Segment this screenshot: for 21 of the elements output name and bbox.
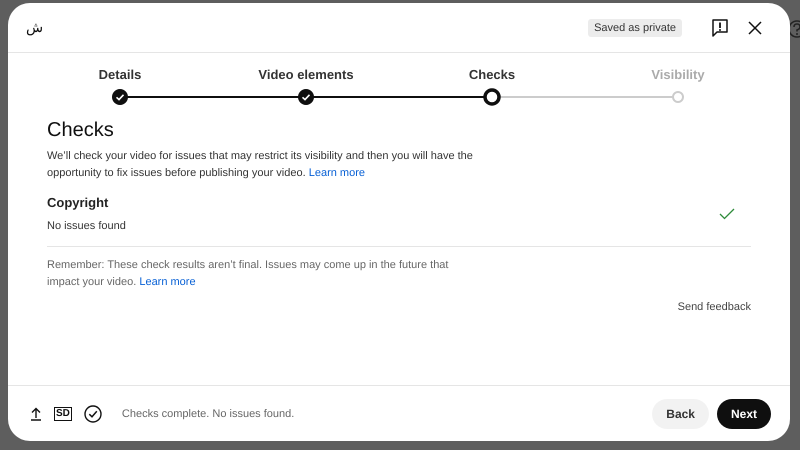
check-result: No issues found	[47, 220, 127, 232]
video-quality-badge[interactable]: SD	[54, 406, 72, 420]
learn-more-link[interactable]: Learn more	[308, 167, 365, 179]
checks-status: Checks complete. No issues found.	[122, 408, 294, 420]
upload-icon[interactable]	[30, 406, 42, 420]
next-button[interactable]: Next	[716, 398, 771, 428]
close-icon[interactable]	[748, 20, 762, 34]
send-feedback-link[interactable]: Send feedback	[678, 301, 751, 313]
step-label[interactable]: Checks	[468, 67, 516, 83]
checks-description: We’ll check your video for issues that may restrict its visibility and then you will have the opportunity to fix issues before publishing your video. Learn more	[47, 149, 474, 181]
video-title: ش	[26, 20, 44, 36]
report-feedback-icon[interactable]	[712, 18, 728, 36]
step-label[interactable]: Details	[98, 67, 142, 83]
step-label[interactable]: Video elements	[258, 67, 354, 83]
saved-status-badge: Saved as private	[588, 18, 682, 36]
check-title: Copyright	[47, 195, 110, 210]
remember-note: Remember: These check results aren’t final. Issues may come up in the future that impact your video. Learn more	[47, 258, 450, 290]
learn-more-link[interactable]: Learn more	[139, 276, 196, 288]
section-heading: Checks	[47, 119, 115, 142]
check-circle-icon[interactable]	[84, 404, 102, 422]
back-button[interactable]: Back	[652, 398, 709, 428]
